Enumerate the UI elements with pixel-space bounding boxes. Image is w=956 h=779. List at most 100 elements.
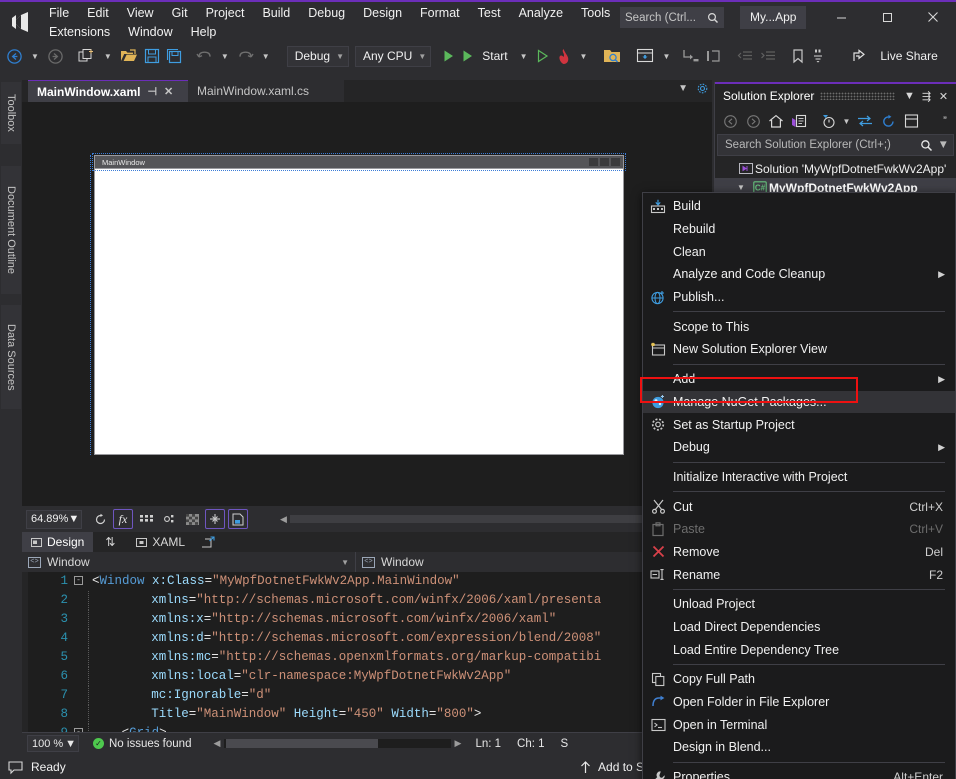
xaml-designer-surface[interactable]: MainWindow (22, 102, 712, 506)
redo-icon[interactable] (234, 44, 257, 68)
rail-tab-document-outline[interactable]: Document Outline (1, 166, 21, 294)
minimize-button[interactable] (818, 2, 864, 32)
context-menu-item-set-as-startup-project[interactable]: Set as Startup Project (643, 413, 955, 436)
tree-node-solution[interactable]: Solution 'MyWpfDotnetFwkWv2App' (715, 159, 956, 178)
context-menu-item-open-in-terminal[interactable]: Open in Terminal (643, 713, 955, 736)
code-line[interactable]: 1-<Window x:Class="MyWpfDotnetFwkWv2App.… (22, 572, 712, 591)
code-line[interactable]: 2xmlns="http://schemas.microsoft.com/win… (22, 591, 712, 610)
context-menu-item-build[interactable]: Build (643, 195, 955, 218)
back-arrow-icon[interactable] (719, 111, 741, 131)
tab-settings-gear-icon[interactable] (697, 83, 708, 94)
home-icon[interactable] (765, 111, 787, 131)
undo-dropdown[interactable]: ▼ (216, 44, 234, 68)
context-menu-item-analyze-and-code-cleanup[interactable]: Analyze and Code Cleanup▶ (643, 263, 955, 286)
run-play-icon[interactable] (439, 44, 458, 68)
step-into-icon[interactable] (678, 44, 702, 68)
increase-indent-icon[interactable] (757, 44, 780, 68)
redo-dropdown[interactable]: ▼ (257, 44, 275, 68)
code-line[interactable]: 3xmlns:x="http://schemas.microsoft.com/w… (22, 610, 712, 629)
editor-zoom-combo[interactable]: 100 % ▼ (27, 735, 79, 752)
filter-dropdown-icon[interactable]: ▼ (840, 111, 853, 131)
menu-tools[interactable]: Tools (572, 4, 619, 23)
menu-analyze[interactable]: Analyze (510, 4, 572, 23)
context-menu-item-publish[interactable]: Publish... (643, 286, 955, 309)
context-menu-item-copy-full-path[interactable]: Copy Full Path (643, 668, 955, 691)
menu-help[interactable]: Help (182, 23, 226, 42)
undo-icon[interactable] (193, 44, 216, 68)
context-menu-item-scope-to-this[interactable]: Scope to This (643, 315, 955, 338)
code-line[interactable]: 6xmlns:local="clr-namespace:MyWpfDotnetF… (22, 667, 712, 686)
document-tab-mainwindow-xaml-cs[interactable]: MainWindow.xaml.cs (188, 80, 344, 102)
collapse-all-icon[interactable] (900, 111, 922, 131)
swap-panes-icon[interactable]: ⇅ (93, 535, 127, 549)
start-debug-button[interactable]: Start (458, 44, 514, 68)
menu-window[interactable]: Window (119, 23, 181, 42)
hot-reload-dropdown[interactable]: ▼ (575, 44, 593, 68)
step-out-icon[interactable] (702, 44, 726, 68)
chevron-down-icon[interactable]: ▼ (938, 139, 949, 151)
context-menu-item-open-folder-in-file-explorer[interactable]: Open Folder in File Explorer (643, 691, 955, 714)
refresh-icon[interactable] (90, 509, 110, 529)
design-preview-window[interactable]: MainWindow (94, 155, 624, 455)
xaml-code-editor[interactable]: 1-<Window x:Class="MyWpfDotnetFwkWv2App.… (22, 572, 712, 732)
rail-tab-data-sources[interactable]: Data Sources (1, 305, 21, 409)
menu-debug[interactable]: Debug (299, 4, 354, 23)
solution-explorer-search-input[interactable]: Search Solution Explorer (Ctrl+;) ▼ (717, 134, 954, 156)
menu-edit[interactable]: Edit (78, 4, 118, 23)
menu-build[interactable]: Build (253, 4, 299, 23)
menu-test[interactable]: Test (469, 4, 510, 23)
navigate-back-icon[interactable] (3, 44, 26, 68)
global-search-box[interactable]: Search (Ctrl... (620, 7, 724, 28)
device-preview-icon[interactable] (228, 509, 248, 529)
navigate-back-dropdown[interactable]: ▼ (26, 44, 44, 68)
new-project-dropdown[interactable]: ▼ (99, 44, 117, 68)
panel-drag-dots[interactable] (820, 92, 895, 100)
collapse-toggle-icon[interactable] (854, 111, 876, 131)
comment-icon[interactable] (808, 44, 828, 68)
scroll-left-arrow-icon[interactable]: ◀ (280, 514, 287, 525)
context-menu-item-cut[interactable]: CutCtrl+X (643, 495, 955, 518)
window-layout-dropdown[interactable]: ▼ (657, 44, 675, 68)
context-menu-item-debug[interactable]: Debug▶ (643, 436, 955, 459)
maximize-button[interactable] (864, 2, 910, 32)
code-line[interactable]: 5xmlns:mc="http://schemas.openxmlformats… (22, 648, 712, 667)
save-all-icon[interactable] (163, 44, 185, 68)
context-menu-item-design-in-blend[interactable]: Design in Blend... (643, 736, 955, 759)
menu-design[interactable]: Design (354, 4, 411, 23)
solution-configuration-combo[interactable]: Debug ▼ (287, 46, 349, 67)
start-dropdown[interactable]: ▼ (515, 44, 533, 68)
sync-with-active-document-icon[interactable] (788, 111, 810, 131)
scroll-left-arrow-icon[interactable]: ◀ (213, 738, 220, 749)
grid-icon[interactable] (136, 509, 156, 529)
window-layout-icon[interactable] (633, 44, 657, 68)
menu-format[interactable]: Format (411, 4, 469, 23)
hot-reload-icon[interactable] (552, 44, 575, 68)
snap-to-grid-icon[interactable] (159, 509, 179, 529)
forward-arrow-icon[interactable] (742, 111, 764, 131)
effects-fx-icon[interactable]: fx (113, 509, 133, 529)
context-menu-item-clean[interactable]: Clean (643, 240, 955, 263)
editor-horizontal-scrollbar[interactable]: ◀ ▶ (213, 738, 461, 749)
close-icon[interactable]: ✕ (935, 90, 952, 103)
scroll-track[interactable] (224, 739, 450, 748)
tab-list-chevron-icon[interactable]: ▼ (678, 83, 688, 94)
refresh-icon[interactable] (877, 111, 899, 131)
pending-changes-filter-icon[interactable] (817, 111, 839, 131)
alignment-icon[interactable] (205, 509, 225, 529)
context-menu-item-load-direct-dependencies[interactable]: Load Direct Dependencies (643, 616, 955, 639)
scroll-thumb[interactable] (226, 739, 378, 748)
search-folder-icon[interactable] (600, 44, 625, 68)
issues-indicator[interactable]: ✓ No issues found (93, 738, 191, 750)
menu-file[interactable]: File (40, 4, 78, 23)
scroll-right-arrow-icon[interactable]: ▶ (455, 738, 462, 749)
preview-window-body[interactable] (94, 169, 624, 455)
menu-extensions[interactable]: Extensions (40, 23, 119, 42)
code-line[interactable]: 4xmlns:d="http://schemas.microsoft.com/e… (22, 629, 712, 648)
nav-type-combo[interactable]: <> Window ▼ (22, 552, 356, 572)
context-menu-item-rename[interactable]: RenameF2 (643, 563, 955, 586)
code-line[interactable]: 7mc:Ignorable="d" (22, 686, 712, 705)
account-button[interactable]: My...App (740, 6, 806, 29)
context-menu-item-initialize-interactive-with-project[interactable]: Initialize Interactive with Project (643, 466, 955, 489)
context-menu-item-rebuild[interactable]: Rebuild (643, 218, 955, 241)
context-menu-item-new-solution-explorer-view[interactable]: New Solution Explorer View (643, 338, 955, 361)
